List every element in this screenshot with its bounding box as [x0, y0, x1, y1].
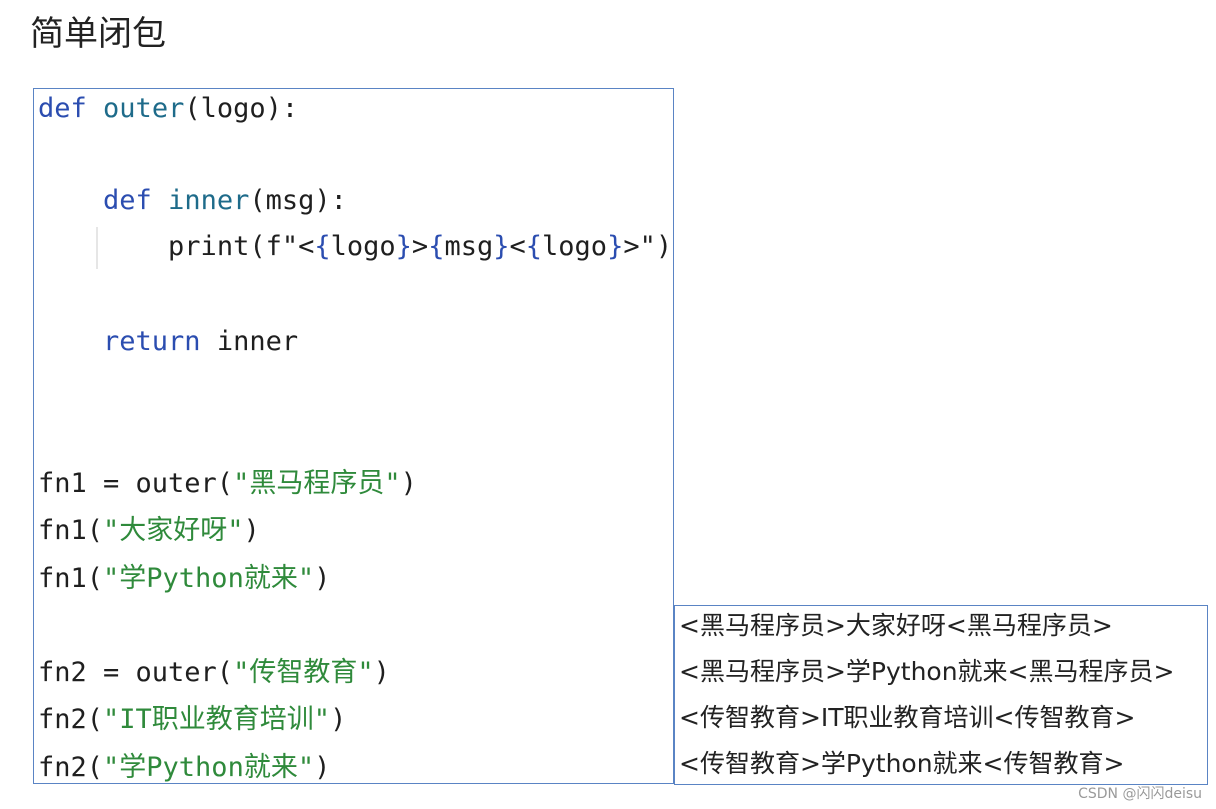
code-text: fn1(	[38, 515, 104, 546]
function-name-inner: inner	[168, 185, 250, 216]
output-panel: <黑马程序员>大家好呀<黑马程序员> <黑马程序员>学Python就来<黑马程序…	[674, 605, 1208, 785]
output-line-3: <传智教育>IT职业教育培训<传智教育>	[679, 703, 1136, 732]
code-text: inner	[200, 326, 299, 357]
code-text: (logo):	[184, 93, 299, 124]
code-line-3: print(f"<{logo}>{msg}<{logo}>")	[38, 227, 672, 267]
code-text: <	[509, 231, 526, 262]
brace: {	[314, 231, 331, 262]
code-text: print(f"<	[168, 231, 315, 262]
string-literal: "学Python就来"	[103, 563, 315, 594]
string-literal: "传智教育"	[233, 657, 374, 688]
code-text: fn2 = outer(	[38, 657, 234, 688]
output-line-1: <黑马程序员>大家好呀<黑马程序员>	[679, 611, 1113, 640]
brace: {	[525, 231, 543, 262]
string-literal: "学Python就来"	[103, 752, 315, 783]
code-line-9: fn2("IT职业教育培训")	[38, 700, 346, 740]
code-line-10: fn2("学Python就来")	[38, 748, 331, 783]
output-line-4: <传智教育>学Python就来<传智教育>	[679, 749, 1125, 778]
string-literal: "IT职业教育培训"	[103, 704, 331, 735]
code-block: def outer(logo): def inner(msg): print(f…	[33, 88, 674, 784]
string-literal: "黑马程序员"	[233, 468, 401, 499]
code-text: fn1(	[38, 563, 104, 594]
code-line-1: def outer(logo):	[38, 89, 298, 129]
code-text: logo	[542, 231, 608, 262]
code-line-6: fn1("大家好呀")	[38, 511, 260, 551]
watermark-text: CSDN @闪闪deisu	[1078, 786, 1202, 802]
code-text: msg	[444, 231, 494, 262]
code-line-7: fn1("学Python就来")	[38, 559, 330, 599]
code-text: fn2(	[38, 704, 104, 735]
code-text: >")	[623, 231, 673, 262]
code-text: )	[400, 468, 417, 499]
code-line-8: fn2 = outer("传智教育")	[38, 653, 390, 693]
brace: }	[493, 231, 510, 262]
page-title: 简单闭包	[30, 14, 166, 54]
brace: }	[395, 231, 412, 262]
code-text: )	[314, 752, 331, 783]
brace: }	[607, 231, 624, 262]
code-text: >	[411, 231, 429, 262]
code-line-2: def inner(msg):	[38, 181, 347, 221]
brace: {	[428, 231, 445, 262]
code-text: )	[314, 563, 331, 594]
output-line-2: <黑马程序员>学Python就来<黑马程序员>	[679, 657, 1175, 686]
function-name-outer: outer	[103, 93, 185, 124]
code-text: fn2(	[38, 752, 104, 783]
string-literal: "大家好呀"	[103, 515, 244, 546]
keyword-def: def	[103, 185, 152, 216]
code-text: fn1 = outer(	[38, 468, 234, 499]
code-text: )	[373, 657, 390, 688]
code-text: )	[330, 704, 347, 735]
code-text: (msg):	[249, 185, 347, 216]
code-text: )	[243, 515, 260, 546]
code-line-5: fn1 = outer("黑马程序员")	[38, 464, 417, 504]
code-text: logo	[330, 231, 396, 262]
code-line-4: return inner	[38, 322, 298, 362]
keyword-def: def	[38, 93, 87, 124]
keyword-return: return	[103, 326, 201, 357]
